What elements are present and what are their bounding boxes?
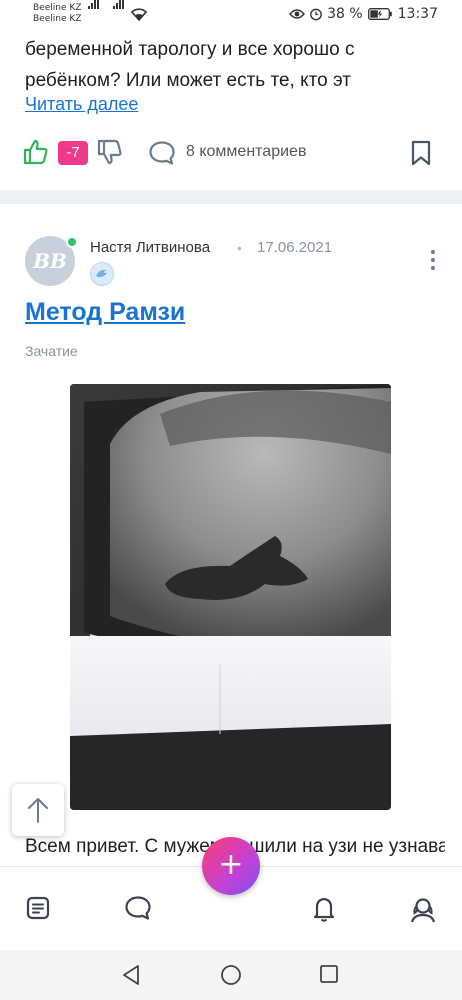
online-indicator [66,236,78,248]
carriers: Beeline KZ Beeline KZ [33,3,81,25]
recents-icon[interactable] [319,964,339,989]
read-more-link[interactable]: Читать далее [25,94,138,115]
status-right: 38 % 13:37 [289,6,438,22]
author-name[interactable]: Настя Литвинова [90,239,210,256]
eye-icon [289,8,305,20]
battery-icon [367,8,392,20]
carrier-2: Beeline KZ [33,14,82,24]
create-post-button[interactable]: + [202,837,260,895]
like-icon[interactable] [22,138,50,171]
status-bar: Beeline KZ Beeline KZ 38 % 13:37 [0,0,462,30]
wifi-icon [130,8,148,26]
bird-badge-icon [90,262,114,286]
back-icon[interactable] [121,964,141,991]
profile-icon[interactable] [408,895,438,928]
previous-post-card: беременной тарологу и все хорошо с ребён… [0,30,462,190]
feed-divider [0,190,462,204]
alarm-icon [309,7,323,21]
bell-icon[interactable] [311,895,337,928]
comment-icon[interactable] [148,140,176,171]
plus-icon: + [218,847,244,882]
more-icon[interactable] [428,250,438,274]
bookmark-icon[interactable] [410,140,432,171]
feed-icon[interactable] [25,895,51,926]
previous-post-text: беременной тарологу и все хорошо с ребён… [25,39,355,91]
post-card: ВВ Настя Литвинова • 17.06.2021 Метод Ра… [0,204,462,866]
post-title[interactable]: Метод Рамзи [25,298,185,327]
dislike-icon[interactable] [96,138,124,171]
chat-icon[interactable] [124,895,152,926]
scroll-to-top-button[interactable] [12,784,64,836]
home-icon[interactable] [220,964,242,991]
score-badge: -7 [58,141,88,165]
carrier-1: Beeline KZ [33,3,82,13]
post-date: 17.06.2021 [257,239,333,256]
clock: 13:37 [397,6,438,22]
post-actions: -7 8 комментариев [22,138,442,168]
comments-count[interactable]: 8 комментариев [186,143,306,161]
meta-separator: • [237,240,242,256]
system-nav-bar [0,950,462,1000]
post-photo[interactable] [70,384,391,810]
battery-percent: 38 % [327,6,363,22]
post-category[interactable]: Зачатие [25,343,78,359]
